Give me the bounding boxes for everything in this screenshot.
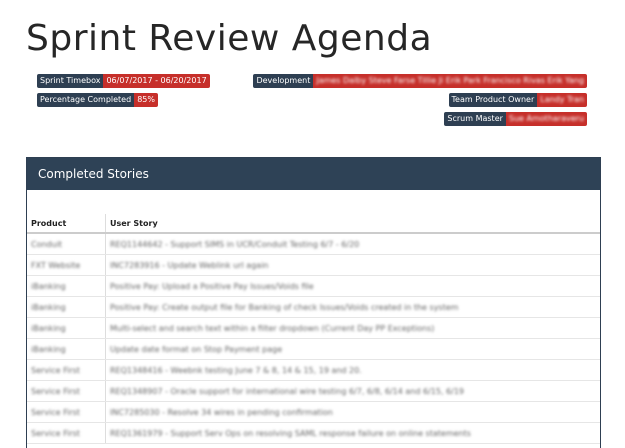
table-header-row: Product User Story [27, 214, 600, 234]
user-story-cell: INC7283916 - Update Weblink url again [105, 254, 600, 276]
percentage-completed-field: Percentage Completed 85% [37, 93, 158, 107]
user-story-cell: REQ1348416 - Weebnk testing June 7 & 8, … [105, 359, 600, 381]
development-label: Development [253, 74, 314, 88]
team-product-owner-label: Team Product Owner [448, 93, 538, 107]
user-story-cell: INC7285030 - Resolve 34 wires in pending… [105, 401, 600, 423]
sprint-timebox-value: 06/07/2017 - 06/20/2017 [103, 74, 210, 88]
product-cell: iBanking [27, 317, 106, 339]
user-story-cell: Multi-select and search text within a fi… [105, 317, 600, 339]
user-story-cell: Update date format on Stop Payment page [105, 338, 600, 360]
column-header-user-story: User Story [105, 214, 600, 234]
table-row: iBanking Multi-select and search text wi… [27, 317, 600, 339]
user-story-cell: Positive Pay: Upload a Positive Pay Issu… [105, 275, 600, 297]
product-cell: Service First [27, 359, 106, 381]
table-row: iBanking Positive Pay: Upload a Positive… [27, 275, 600, 297]
table-row: Service First REQ1348416 - Weebnk testin… [27, 359, 600, 381]
scrum-master-field: Scrum Master Sue Amotharaveru [444, 112, 587, 126]
completed-stories-header: Completed Stories [27, 158, 600, 190]
percentage-completed-value: 85% [134, 93, 158, 107]
team-product-owner-name: Landy Tran [540, 95, 584, 104]
development-value: James Dalby Steve Farse Tillie Ji Erik P… [313, 74, 587, 88]
table-row: iBanking Update date format on Stop Paym… [27, 338, 600, 360]
page-title: Sprint Review Agenda [26, 18, 433, 59]
table-row: FXT Website INC7283916 - Update Weblink … [27, 254, 600, 276]
scrum-master-label: Scrum Master [444, 112, 506, 126]
user-story-cell: REQ1361979 - Support Serv Ops on resolvi… [105, 422, 600, 444]
table-row: iBanking Positive Pay: Create output fil… [27, 296, 600, 318]
user-story-cell: REQ1144642 - Support SIMS in UCR/Conduit… [105, 233, 600, 255]
product-cell: Service First [27, 380, 106, 402]
scrum-master-value: Sue Amotharaveru [505, 112, 587, 126]
development-names: James Dalby Steve Farse Tillie Ji Erik P… [316, 76, 584, 85]
product-cell: iBanking [27, 338, 106, 360]
product-cell: iBanking [27, 296, 106, 318]
percentage-completed-label: Percentage Completed [37, 93, 135, 107]
table-row: Service First REQ1348907 - Oracle suppor… [27, 380, 600, 402]
product-cell: Conduit [27, 233, 106, 255]
product-cell: iBanking [27, 275, 106, 297]
column-header-product: Product [27, 214, 106, 234]
sprint-timebox-label: Sprint Timebox [37, 74, 104, 88]
development-field: Development James Dalby Steve Farse Till… [253, 74, 587, 88]
completed-stories-table: Product User Story Conduit REQ1144642 - … [27, 214, 600, 444]
team-product-owner-field: Team Product Owner Landy Tran [448, 93, 587, 107]
user-story-cell: Positive Pay: Create output file for Ban… [105, 296, 600, 318]
completed-stories-panel: Completed Stories Product User Story Con… [26, 157, 601, 448]
scrum-master-name: Sue Amotharaveru [508, 114, 584, 123]
product-cell: FXT Website [27, 254, 106, 276]
team-product-owner-value: Landy Tran [537, 93, 587, 107]
product-cell: Service First [27, 401, 106, 423]
table-row: Conduit REQ1144642 - Support SIMS in UCR… [27, 233, 600, 255]
product-cell: Service First [27, 422, 106, 444]
table-row: Service First REQ1361979 - Support Serv … [27, 422, 600, 444]
table-row: Service First INC7285030 - Resolve 34 wi… [27, 401, 600, 423]
sprint-timebox-field: Sprint Timebox 06/07/2017 - 06/20/2017 [37, 74, 210, 88]
user-story-cell: REQ1348907 - Oracle support for internat… [105, 380, 600, 402]
